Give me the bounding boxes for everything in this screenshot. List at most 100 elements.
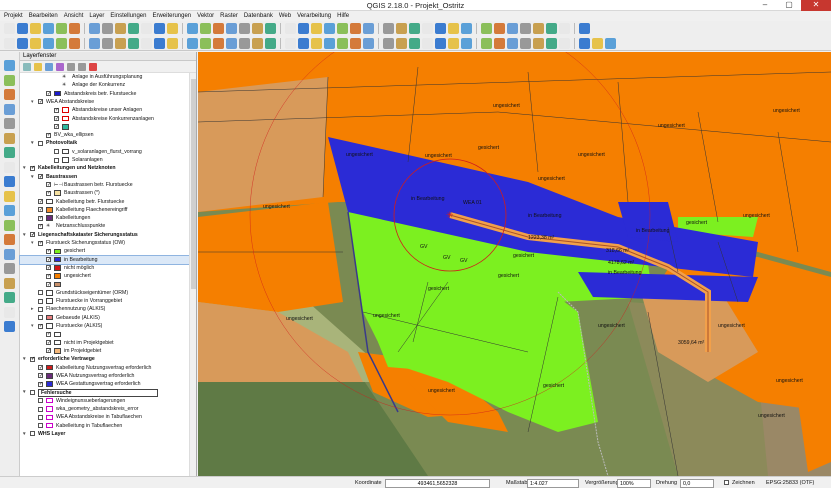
python-icon[interactable] (154, 37, 165, 49)
layer-row[interactable]: ▾ Fehlersuche (20, 388, 190, 398)
node-tool-icon[interactable] (239, 37, 250, 49)
expand-arrow-icon[interactable]: ▾ (23, 231, 26, 239)
layer-visibility-checkbox[interactable] (38, 206, 43, 214)
layer-visibility-checkbox[interactable] (30, 164, 35, 173)
zoom-in-icon[interactable] (89, 23, 100, 34)
scale-field[interactable]: 1:4.027 (527, 478, 579, 488)
layer-row[interactable]: ▾ Baustrassen (20, 173, 190, 181)
zoom-full-icon[interactable] (115, 23, 126, 34)
digitize-icon[interactable] (187, 37, 198, 49)
layer-row[interactable]: ✳ Anlage der Konkurrenz (20, 81, 190, 89)
expand-arrow-icon[interactable]: ▾ (23, 430, 26, 438)
label-icon[interactable] (533, 37, 544, 49)
layer-visibility-checkbox[interactable] (46, 181, 51, 189)
expand-arrow-icon[interactable]: ▾ (31, 239, 34, 247)
layer-visibility-checkbox[interactable] (38, 322, 43, 330)
layer-row[interactable]: ▾ erforderliche Vertraege (20, 355, 190, 363)
layer-visibility-checkbox[interactable] (46, 189, 51, 198)
layer-visibility-checkbox[interactable] (54, 106, 59, 115)
measure-icon[interactable] (187, 23, 198, 34)
print-composer-icon[interactable] (56, 23, 67, 34)
plugin-icon[interactable] (559, 37, 570, 49)
layer-row[interactable]: WEA Abstandskreise in Tabuflaechen (20, 413, 190, 421)
map-canvas[interactable]: ✳ ungesichert ungesichert ungesichert ge… (198, 52, 831, 476)
add-csv-icon[interactable] (4, 248, 15, 260)
render-checkbox[interactable] (724, 480, 729, 485)
cut-icon[interactable] (69, 37, 80, 49)
statistics-icon[interactable] (213, 23, 224, 34)
python-icon[interactable] (546, 37, 557, 49)
layer-visibility-checkbox[interactable] (38, 98, 43, 106)
pan-icon[interactable] (546, 23, 557, 34)
layer-visibility-checkbox[interactable] (38, 372, 43, 380)
layer-visibility-checkbox[interactable] (46, 281, 51, 289)
print-composer-icon[interactable] (298, 23, 309, 34)
layer-row[interactable]: Kabelleitung betr. Flurstuecke (20, 198, 190, 206)
layer-visibility-checkbox[interactable] (38, 364, 43, 372)
layer-visibility-checkbox[interactable] (46, 131, 51, 139)
remove-layer-icon[interactable] (89, 62, 97, 71)
layer-row[interactable]: Abstandskreise Konkurrenzanlagen (20, 115, 190, 123)
layer-visibility-checkbox[interactable] (38, 239, 43, 247)
field-calculator-icon[interactable] (200, 23, 211, 34)
open-project-icon[interactable] (17, 23, 28, 34)
layer-visibility-checkbox[interactable] (46, 247, 51, 256)
close-icon[interactable]: ✕ (801, 0, 831, 11)
layer-row[interactable]: Gebaeude (ALKIS) (20, 314, 190, 322)
layer-row[interactable]: Solaranlagen (20, 156, 190, 164)
layer-visibility-checkbox[interactable] (38, 173, 43, 181)
menu-ansicht[interactable]: Ansicht (64, 11, 84, 21)
layer-visibility-checkbox[interactable] (38, 214, 43, 222)
layer-visibility-checkbox[interactable] (30, 389, 35, 395)
layer-visibility-checkbox[interactable] (30, 355, 35, 364)
layer-row[interactable]: ▾ Flurstueck Sicherungsstatus (OW) (20, 239, 190, 247)
save-as-icon[interactable] (520, 23, 531, 34)
collapse-arrow-icon[interactable]: ▸ (31, 305, 34, 313)
add-vector-icon[interactable] (4, 60, 15, 71)
layer-row[interactable]: in Bearbeitung (19, 254, 191, 265)
add-wcs-icon[interactable] (4, 161, 15, 173)
zoom-out-icon[interactable] (337, 23, 348, 34)
layer-visibility-checkbox[interactable] (38, 398, 43, 404)
layer-row[interactable] (20, 123, 190, 131)
layer-row[interactable]: Kabelleitung Nutzungsvertrag erforderlic… (20, 364, 190, 372)
layer-visibility-checkbox[interactable] (38, 198, 43, 206)
add-layer-icon[interactable] (4, 292, 15, 303)
save-project-icon[interactable] (30, 23, 41, 34)
layer-visibility-checkbox[interactable] (54, 149, 59, 155)
zoom-in-icon[interactable] (559, 23, 570, 34)
layer-visibility-checkbox[interactable] (38, 140, 43, 146)
menu-datenbank[interactable]: Datenbank (244, 11, 273, 21)
undo-icon[interactable] (507, 37, 518, 49)
expand-arrow-icon[interactable]: ▾ (31, 173, 34, 181)
layer-visibility-checkbox[interactable] (38, 290, 43, 296)
statistics-icon[interactable] (448, 23, 459, 34)
layer-visibility-checkbox[interactable] (38, 414, 43, 420)
expand-arrow-icon[interactable]: ▾ (23, 164, 26, 172)
layer-row[interactable]: ▾ Photovoltaik (20, 139, 190, 147)
identify-icon[interactable] (154, 23, 165, 34)
menu-web[interactable]: Web (279, 11, 291, 21)
add-gpx-icon[interactable] (4, 263, 15, 274)
menu-layer[interactable]: Layer (89, 11, 104, 21)
add-raster-icon[interactable] (4, 74, 15, 86)
delete-selected-icon[interactable] (56, 37, 67, 49)
layer-row[interactable]: Kabelleitungen (20, 214, 190, 222)
layer-visibility-checkbox[interactable] (38, 306, 43, 312)
menu-hilfe[interactable]: Hilfe (337, 11, 349, 21)
cut-icon[interactable] (265, 37, 276, 49)
expand-arrow-icon[interactable]: ▾ (31, 139, 34, 147)
help-icon[interactable] (226, 23, 237, 34)
layer-visibility-checkbox[interactable] (38, 298, 43, 304)
layer-visibility-checkbox[interactable] (46, 339, 51, 347)
new-spatialite-icon[interactable] (4, 219, 15, 231)
plugin-icon[interactable] (167, 37, 178, 49)
new-project-icon[interactable] (4, 23, 15, 34)
save-as-icon[interactable] (43, 23, 54, 34)
add-virtual-icon[interactable] (4, 234, 15, 245)
paste-icon[interactable] (494, 37, 505, 49)
layer-row[interactable]: ✳ Anlage in Ausführungsplanung (20, 73, 190, 81)
move-feature-icon[interactable] (226, 37, 237, 49)
layer-row[interactable]: WEA Nutzungsvertrag erforderlich (20, 372, 190, 380)
layer-visibility-checkbox[interactable] (38, 222, 43, 231)
